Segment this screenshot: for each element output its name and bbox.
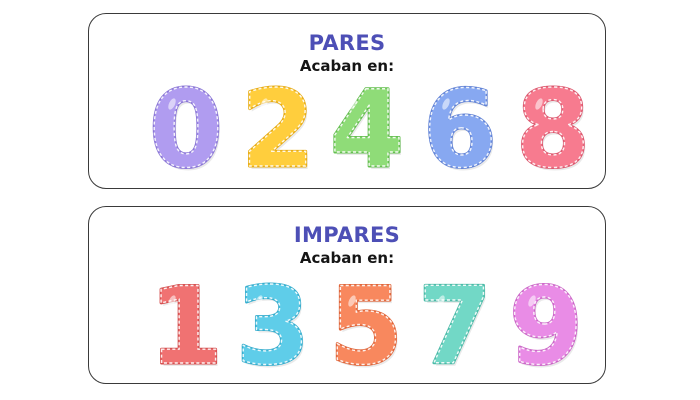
digit-6: 666 (422, 67, 499, 195)
digit-5: 555 (328, 264, 405, 392)
even-numbers-card: PARES Acaban en: 000222444666888 (88, 13, 606, 195)
digit-stitch-outline: 7 (418, 265, 492, 388)
digit-stitch-outline: 2 (241, 68, 315, 191)
even-digits: 000 222 444 666 888 (148, 67, 592, 195)
digit-1: 111 (148, 264, 225, 392)
digit-stitch-outline: 3 (236, 265, 310, 388)
digit-stitch-outline: 9 (509, 265, 583, 388)
digit-0: 000 (148, 67, 225, 195)
digit-8: 888 (515, 67, 592, 195)
digit-stitch-outline: 1 (149, 265, 223, 388)
digit-4: 444 (329, 67, 406, 195)
digit-stitch-outline: 0 (149, 68, 223, 191)
digit-3: 333 (235, 264, 312, 392)
odd-numbers-card: IMPARES Acaban en: 111333555777999 (88, 206, 606, 392)
digit-7: 777 (417, 264, 494, 392)
digit-stitch-outline: 5 (329, 265, 403, 388)
digit-stitch-outline: 8 (516, 68, 590, 191)
digit-2: 222 (240, 67, 317, 195)
digit-9: 999 (508, 264, 585, 392)
digit-stitch-outline: 6 (423, 68, 497, 191)
odd-digits: 111 333 555 777 999 (148, 264, 585, 392)
digit-stitch-outline: 4 (330, 68, 404, 191)
